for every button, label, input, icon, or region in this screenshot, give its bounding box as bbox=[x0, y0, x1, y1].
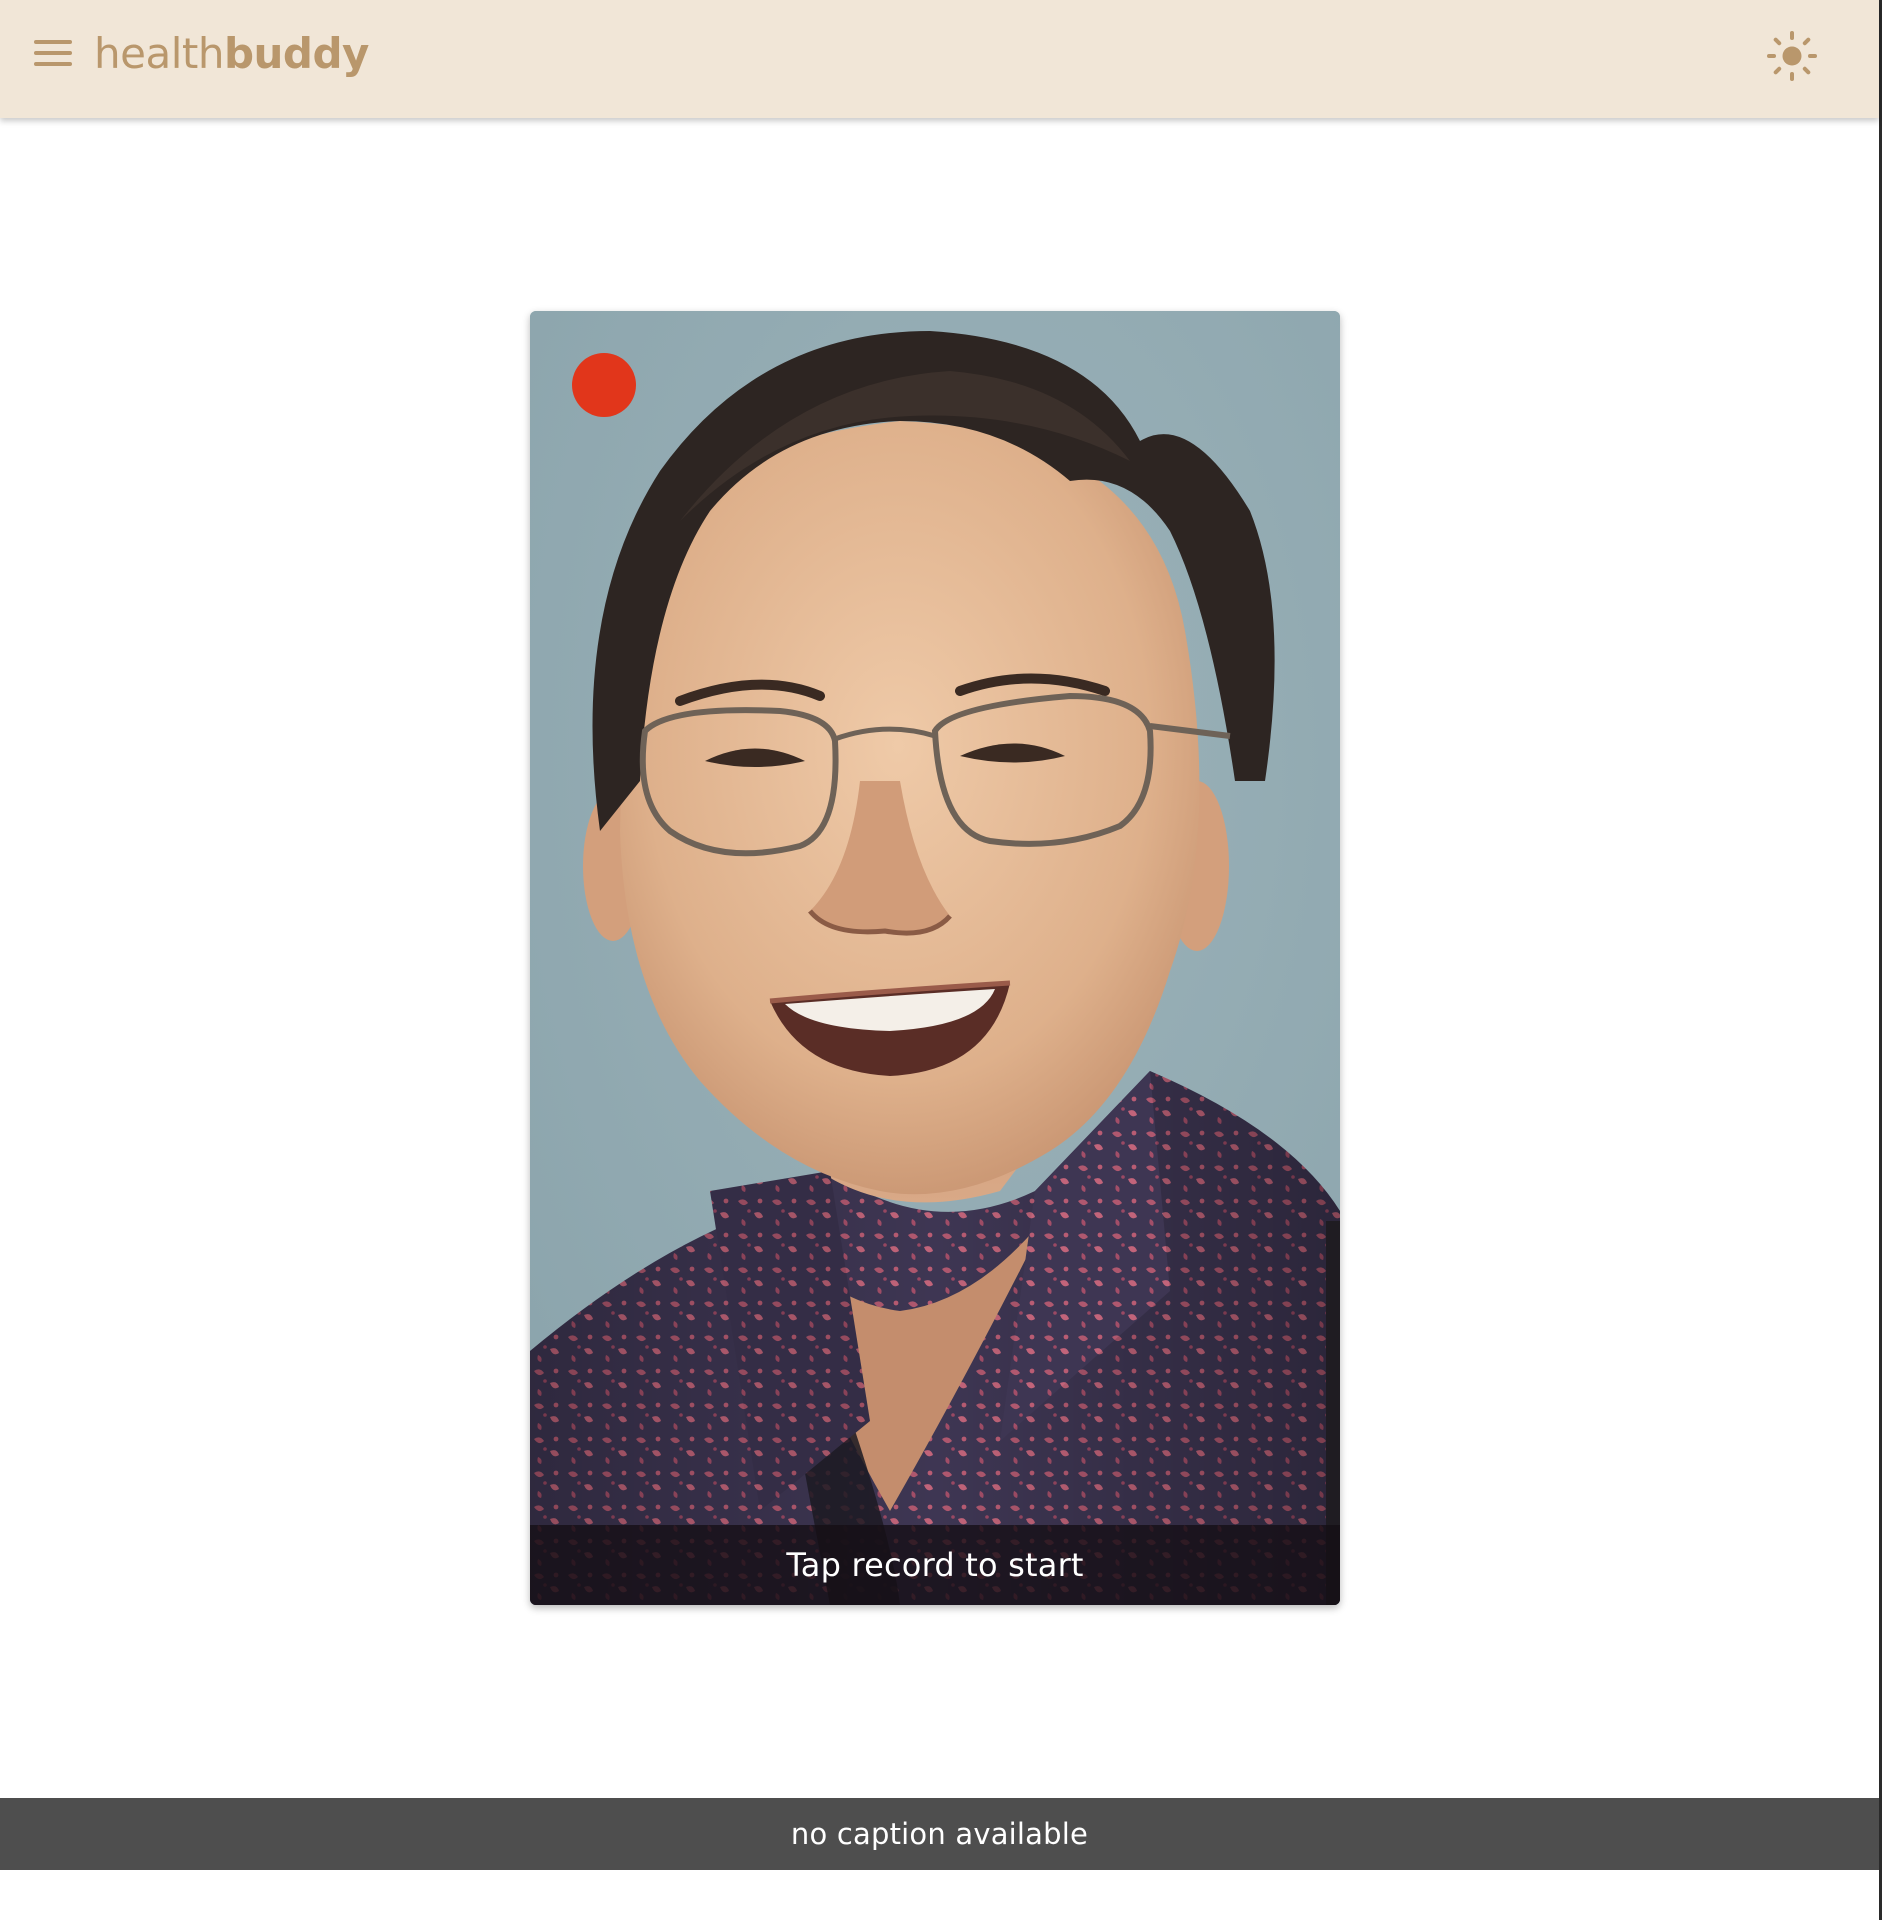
menu-line bbox=[34, 51, 72, 55]
page: healthbuddy Tap record to start no capti… bbox=[0, 0, 1882, 1920]
logo-text-light: health bbox=[94, 29, 224, 78]
menu-line bbox=[34, 40, 72, 44]
menu-line bbox=[34, 62, 72, 66]
theme-toggle-icon bbox=[1767, 31, 1817, 81]
record-button[interactable] bbox=[572, 353, 636, 417]
status-overlay: Tap record to start bbox=[530, 1525, 1340, 1605]
sun-icon[interactable] bbox=[1766, 30, 1818, 82]
logo-text-bold: buddy bbox=[223, 29, 369, 78]
app-logo[interactable]: healthbuddy bbox=[94, 26, 369, 82]
hamburger-menu-icon[interactable] bbox=[34, 38, 74, 68]
app-header: healthbuddy bbox=[0, 0, 1879, 118]
status-text: Tap record to start bbox=[786, 1546, 1084, 1584]
caption-text: no caption available bbox=[790, 1817, 1089, 1851]
camera-feed-portrait bbox=[530, 311, 1340, 1605]
caption-bar: no caption available bbox=[0, 1798, 1879, 1870]
camera-preview: Tap record to start bbox=[530, 311, 1340, 1605]
